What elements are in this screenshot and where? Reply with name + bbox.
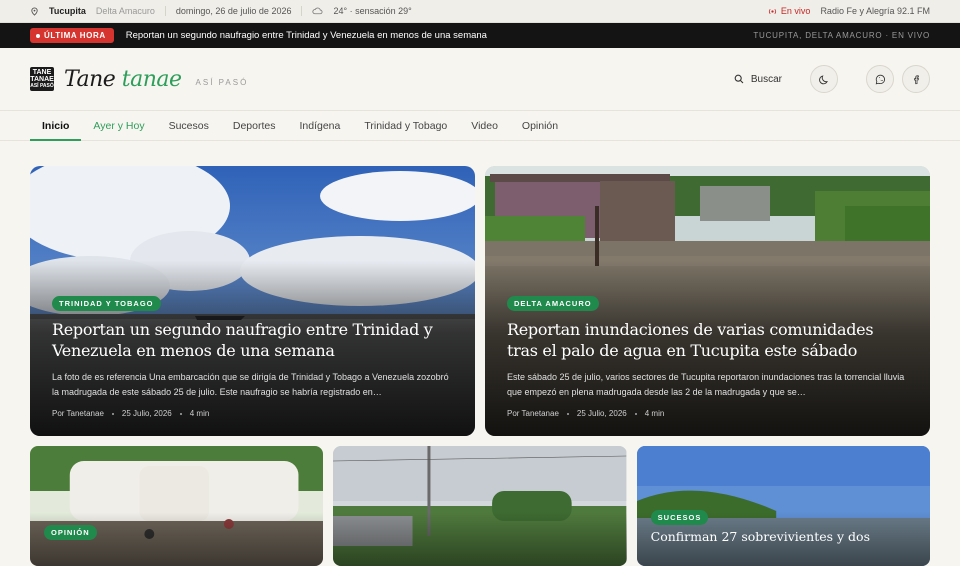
brand-tagline: ASÍ PASÓ — [195, 77, 249, 87]
story-excerpt: Este sábado 25 de julio, varios sectores… — [507, 372, 905, 397]
story-date: 25 Julio, 2026 — [121, 409, 172, 418]
image-overlay — [333, 446, 627, 566]
story-read-time: 4 min — [189, 409, 210, 418]
weather-readout: 24° · sensación 29° — [333, 6, 412, 16]
brand-name-b: tanae — [121, 66, 182, 92]
whatsapp-button[interactable] — [866, 65, 894, 93]
featured-stories: TRINIDAD Y TOBAGO Reportan un segundo na… — [30, 166, 930, 436]
nav-item-opinion[interactable]: Opinión — [510, 111, 570, 140]
story-read-time: 4 min — [644, 409, 665, 418]
logo-mark: TANE TANAE ASÍ PASÓ — [30, 67, 54, 91]
nav-item-indigena[interactable]: Indígena — [287, 111, 352, 140]
broadcast-icon — [768, 8, 777, 14]
divider — [164, 6, 166, 16]
breaking-badge-label: ÚLTIMA HORA — [44, 31, 106, 40]
location-pin-icon — [30, 6, 39, 16]
logo-mark-bottom: ASÍ PASÓ — [30, 83, 54, 89]
facebook-button[interactable] — [902, 65, 930, 93]
story-excerpt: La foto de es referencia Una embarcación… — [52, 372, 449, 397]
bullet-separator — [111, 412, 114, 415]
logo-mark-top: TANE — [32, 69, 52, 76]
story-title[interactable]: Reportan un segundo naufragio entre Trin… — [52, 319, 453, 361]
radio-station-link[interactable]: Radio Fe y Alegría 92.1 FM — [820, 6, 930, 16]
story-card-sucesos[interactable]: SUCESOS Confirman 27 sobrevivientes y do… — [636, 446, 930, 566]
moon-icon — [818, 74, 828, 84]
nav-item-video[interactable]: Video — [459, 111, 510, 140]
cloud-icon — [312, 7, 323, 15]
story-author: Por Tanetanae — [507, 409, 559, 418]
brand-logo-link[interactable]: TANE TANAE ASÍ PASÓ Tane tanae ASÍ PASÓ — [30, 67, 248, 92]
logo-mark-mid: TANAE — [30, 76, 54, 83]
featured-card-naufragio[interactable]: TRINIDAD Y TOBAGO Reportan un segundo na… — [30, 166, 475, 436]
breaking-badge: ÚLTIMA HORA — [30, 28, 114, 43]
location-region: Delta Amacuro — [95, 6, 155, 16]
nav-item-sucesos[interactable]: Sucesos — [157, 111, 221, 140]
divider — [301, 6, 303, 16]
story-card-opinion[interactable]: OPINIÓN — [30, 446, 324, 566]
breaking-news-bar: ÚLTIMA HORA Reportan un segundo naufragi… — [0, 23, 960, 48]
story-meta: Por Tanetanae 25 Julio, 2026 4 min — [52, 409, 453, 418]
nav-item-inicio[interactable]: Inicio — [30, 111, 82, 141]
category-tag[interactable]: SUCESOS — [650, 510, 709, 525]
dark-mode-toggle[interactable] — [810, 65, 838, 93]
brand-name-a: Tane — [64, 66, 116, 92]
image-overlay — [30, 446, 324, 566]
story-author: Por Tanetanae — [52, 409, 104, 418]
location-city: Tucupita — [49, 6, 86, 16]
image-overlay — [636, 446, 930, 566]
story-card-road[interactable] — [333, 446, 627, 566]
whatsapp-icon — [875, 74, 885, 84]
search-label: Buscar — [750, 73, 782, 85]
live-dot-icon — [36, 33, 40, 38]
main-nav: Inicio Ayer y Hoy Sucesos Deportes Indíg… — [0, 110, 960, 141]
category-tag[interactable]: DELTA AMACURO — [507, 296, 599, 311]
bullet-separator — [566, 412, 569, 415]
story-meta: Por Tanetanae 25 Julio, 2026 4 min — [507, 409, 908, 418]
breaking-headline[interactable]: Reportan un segundo naufragio entre Trin… — [126, 30, 487, 41]
story-date: 25 Julio, 2026 — [576, 409, 627, 418]
featured-card-inundaciones[interactable]: DELTA AMACURO Reportan inundaciones de v… — [485, 166, 930, 436]
site-header: TANE TANAE ASÍ PASÓ Tane tanae ASÍ PASÓ … — [0, 48, 960, 110]
breaking-location-status: TUCUPITA, DELTA AMACURO · EN VIVO — [753, 31, 930, 40]
nav-item-trinidad-y-tobago[interactable]: Trinidad y Tobago — [352, 111, 459, 140]
search-icon — [734, 74, 744, 84]
current-date: domingo, 26 de julio de 2026 — [175, 6, 292, 16]
top-info-bar: Tucupita Delta Amacuro domingo, 26 de ju… — [0, 0, 960, 23]
nav-item-deportes[interactable]: Deportes — [221, 111, 288, 140]
bullet-separator — [634, 412, 637, 415]
live-indicator[interactable]: En vivo — [768, 6, 811, 16]
brand-name: Tane tanae — [64, 67, 182, 92]
story-title[interactable]: Confirman 27 sobrevivientes y dos — [651, 529, 916, 544]
live-label: En vivo — [780, 6, 811, 16]
nav-item-ayer-y-hoy[interactable]: Ayer y Hoy — [81, 111, 156, 140]
facebook-icon — [913, 74, 919, 84]
category-tag[interactable]: OPINIÓN — [44, 525, 97, 540]
bullet-separator — [179, 412, 182, 415]
search-button[interactable]: Buscar — [734, 74, 782, 85]
story-title[interactable]: Reportan inundaciones de varias comunida… — [507, 319, 908, 361]
category-tag[interactable]: TRINIDAD Y TOBAGO — [52, 296, 161, 311]
secondary-stories: OPINIÓN SUCESOS Confirman 27 sobrevivien… — [30, 446, 930, 566]
